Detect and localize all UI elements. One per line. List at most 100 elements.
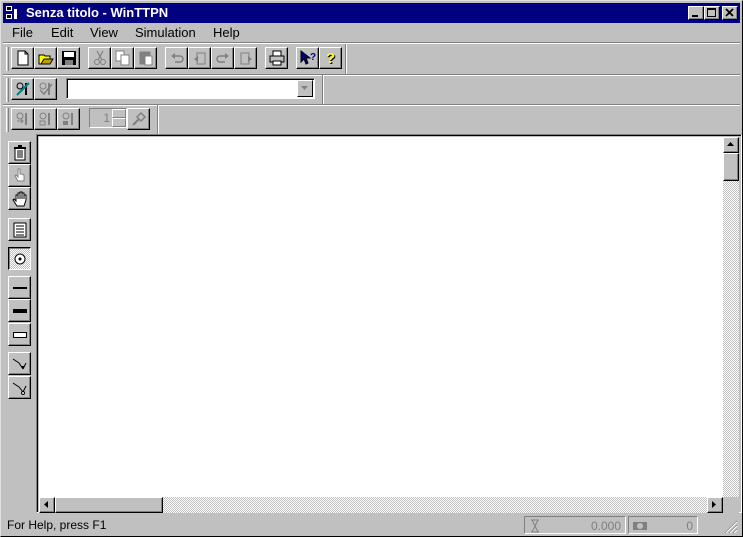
status-help-text: For Help, press F1 (7, 518, 107, 532)
dropdown-button[interactable] (297, 80, 313, 97)
token-counter-icon (633, 522, 647, 530)
grab-hand-icon (12, 191, 27, 207)
paste-button[interactable] (134, 47, 157, 69)
app-window: Senza titolo - WinTTPN File Edit View Si… (0, 0, 743, 537)
new-icon (17, 50, 29, 66)
inhibitor-arc-tool-button[interactable] (8, 376, 31, 399)
sim-run-button[interactable] (127, 108, 150, 130)
step-count-value[interactable]: 1 (92, 111, 110, 125)
open-button[interactable] (34, 47, 57, 69)
inhibitor-arc-icon (12, 382, 27, 395)
toolbar-grip[interactable] (6, 47, 9, 71)
sim-run-icon (132, 111, 147, 126)
help-icon: ?? (326, 50, 336, 66)
app-icon[interactable] (6, 5, 22, 21)
spin-up-button[interactable] (112, 109, 126, 118)
open-icon (38, 54, 54, 65)
pointer-hand-icon (14, 168, 25, 182)
timed-transition-tool-button[interactable] (8, 299, 31, 322)
redo-button[interactable] (211, 47, 234, 69)
menu-file[interactable]: File (12, 25, 33, 40)
status-bar: For Help, press F1 0.000 0 (3, 514, 740, 536)
minimize-button[interactable] (688, 6, 704, 20)
maximize-button[interactable] (704, 6, 720, 20)
cut-icon (94, 50, 106, 65)
menu-bar: File Edit View Simulation Help (3, 23, 740, 42)
menu-edit[interactable]: Edit (51, 25, 73, 40)
sim-stop-button[interactable] (57, 108, 80, 130)
copy-button[interactable] (111, 47, 134, 69)
sim-step-icon (39, 112, 50, 126)
scroll-right-button[interactable] (707, 497, 723, 513)
save-button[interactable] (57, 47, 80, 69)
toolbar-grip[interactable] (6, 78, 9, 102)
simulation-toolbar (3, 105, 159, 135)
step-count-spinner[interactable]: 1 (89, 108, 127, 128)
close-button[interactable] (722, 6, 738, 20)
maximize-icon (707, 8, 716, 17)
immediate-transition-icon (13, 287, 27, 289)
scroll-up-button[interactable] (723, 137, 739, 153)
check-net-icon (39, 82, 53, 96)
place-icon (14, 253, 26, 265)
pointer-tool-button[interactable] (8, 164, 31, 187)
new-button[interactable] (11, 47, 34, 69)
sim-start-icon (16, 112, 27, 125)
print-icon (269, 50, 285, 66)
properties-tool-button[interactable] (8, 218, 31, 241)
menu-help[interactable]: Help (213, 25, 240, 40)
place-tool-button[interactable] (8, 247, 31, 270)
main-toolbar: ? ?? (3, 44, 347, 74)
status-time-value: 0.000 (590, 519, 621, 533)
arc-tool-button[interactable] (8, 352, 31, 375)
canvas-frame (36, 134, 742, 513)
deterministic-transition-tool-button[interactable] (8, 323, 31, 346)
menu-simulation[interactable]: Simulation (135, 25, 196, 40)
chevron-down-icon (301, 86, 308, 90)
horizontal-scrollbar[interactable] (39, 497, 723, 513)
sim-start-button[interactable] (11, 108, 34, 130)
properties-icon (13, 222, 27, 238)
status-count-value: 0 (686, 519, 693, 533)
print-button[interactable] (265, 47, 288, 69)
window-title: Senza titolo - WinTTPN (26, 5, 169, 20)
redo-step-button[interactable] (234, 47, 257, 69)
sim-step-button[interactable] (34, 108, 57, 130)
check-net-button[interactable] (34, 78, 57, 100)
delete-icon (14, 145, 26, 161)
cut-button[interactable] (88, 47, 111, 69)
resize-grip-icon[interactable] (724, 520, 738, 534)
timed-transition-icon (13, 309, 27, 313)
status-count-pane: 0 (628, 516, 698, 534)
tool-palette (3, 135, 36, 513)
delete-tool-button[interactable] (8, 141, 31, 164)
horizontal-scroll-thumb[interactable] (55, 497, 163, 513)
help-button[interactable]: ?? (319, 47, 342, 69)
undo-step-icon (194, 52, 206, 65)
undo-button[interactable] (165, 47, 188, 69)
save-icon (62, 51, 76, 65)
edit-net-button[interactable] (11, 78, 34, 100)
redo-step-icon (240, 52, 252, 65)
scroll-corner (723, 497, 739, 513)
net-select-combo[interactable] (66, 78, 315, 99)
undo-icon (171, 53, 184, 63)
undo-step-button[interactable] (188, 47, 211, 69)
copy-icon (115, 50, 130, 66)
svg-text:?: ? (326, 50, 335, 66)
title-bar[interactable]: Senza titolo - WinTTPN (3, 3, 740, 23)
close-icon (725, 8, 734, 17)
status-time-pane: 0.000 (524, 516, 626, 534)
drawing-canvas[interactable] (39, 137, 723, 497)
vertical-scrollbar[interactable] (723, 137, 739, 497)
menu-view[interactable]: View (90, 25, 118, 40)
vertical-scroll-thumb[interactable] (723, 153, 739, 181)
spinner-buttons (112, 109, 126, 127)
spin-down-button[interactable] (112, 118, 126, 127)
deterministic-transition-icon (13, 332, 27, 338)
scroll-left-button[interactable] (39, 497, 55, 513)
immediate-transition-tool-button[interactable] (8, 276, 31, 299)
grab-tool-button[interactable] (8, 187, 31, 210)
toolbar-grip[interactable] (6, 108, 9, 132)
context-help-button[interactable]: ? (296, 47, 319, 69)
